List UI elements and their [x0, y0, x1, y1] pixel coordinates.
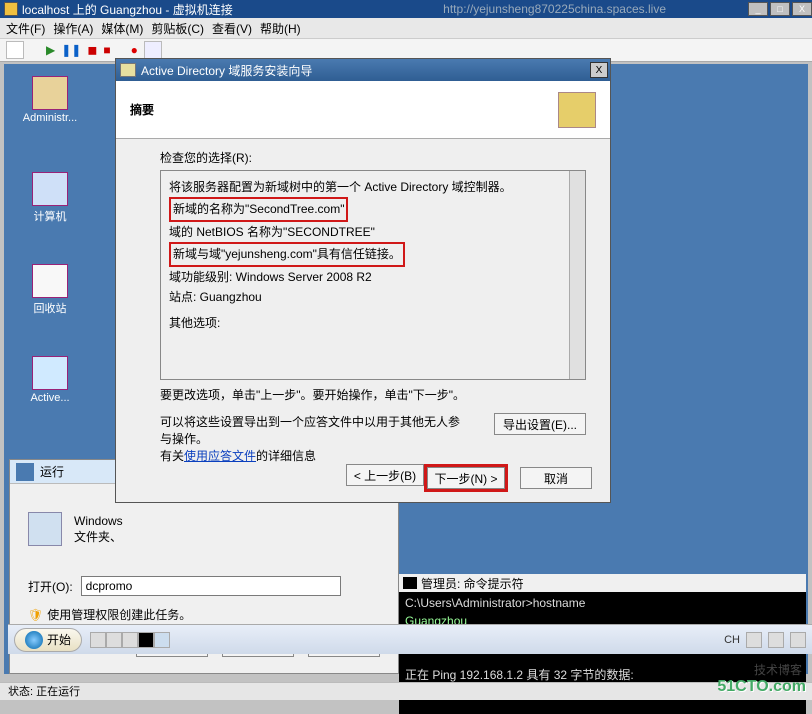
- summary-line-7: 其他选项:: [169, 313, 577, 333]
- run-title: 运行: [40, 463, 64, 480]
- quick-launch-3[interactable]: [122, 632, 138, 648]
- vm-status-bar: 状态: 正在运行: [0, 682, 812, 700]
- cmd-icon: [403, 577, 417, 589]
- vm-icon: [4, 2, 18, 16]
- menu-view[interactable]: 查看(V): [212, 20, 252, 37]
- pause-icon[interactable]: ❚❚: [61, 43, 81, 57]
- cmd-title-bar[interactable]: 管理员: 命令提示符: [399, 574, 806, 592]
- summary-line-5: 域功能级别: Windows Server 2008 R2: [169, 267, 577, 287]
- wizard-close-button[interactable]: X: [590, 62, 608, 78]
- desktop-icon-ad-recyclebin[interactable]: Active...: [20, 356, 80, 404]
- stop-icon[interactable]: ■: [103, 43, 110, 57]
- system-tray: CH: [724, 632, 806, 648]
- snapshot-icon[interactable]: ●: [131, 43, 138, 57]
- start-orb-icon: [25, 631, 43, 649]
- highlight-trust-link: 新域与域"yejunsheng.com"具有信任链接。: [169, 242, 405, 266]
- quick-launch-2[interactable]: [106, 632, 122, 648]
- run-big-icon: [28, 512, 62, 546]
- menu-media[interactable]: 媒体(M): [101, 20, 143, 37]
- desktop-icon-administrator[interactable]: Administr...: [20, 76, 80, 124]
- summary-line-6: 站点: Guangzhou: [169, 287, 577, 307]
- guest-taskbar: 开始 CH: [8, 624, 812, 654]
- menu-clipboard[interactable]: 剪贴板(C): [151, 20, 204, 37]
- admin-note: 使用管理权限创建此任务。: [47, 606, 191, 623]
- run-icon: [16, 463, 34, 481]
- highlight-domain-name: 新域的名称为"SecondTree.com": [169, 197, 348, 221]
- export-text-1: 可以将这些设置导出到一个应答文件中以用于其他无人参与操作。: [160, 415, 460, 446]
- wizard-header-text: 摘要: [130, 101, 154, 118]
- folder-icon: [32, 76, 68, 110]
- minimize-button[interactable]: _: [748, 2, 768, 16]
- quick-launch-1[interactable]: [90, 632, 106, 648]
- run-description: Windows文件夹、: [74, 514, 374, 545]
- menu-action[interactable]: 操作(A): [53, 20, 93, 37]
- ad-tool-icon: [32, 356, 68, 390]
- revert-icon[interactable]: [144, 41, 162, 59]
- summary-scrollbar[interactable]: [569, 171, 585, 379]
- ad-install-wizard: Active Directory 域服务安装向导 X 摘要 检查您的选择(R):…: [115, 58, 611, 503]
- tool-ctrl-alt-del-icon[interactable]: [6, 41, 24, 59]
- vm-title-text: localhost 上的 Guangzhou - 虚拟机连接: [22, 1, 233, 18]
- summary-line-3: 域的 NetBIOS 名称为"SECONDTREE": [169, 222, 577, 242]
- wizard-cancel-button[interactable]: 取消: [520, 467, 592, 489]
- tray-icon-2[interactable]: [768, 632, 784, 648]
- wizard-icon: [120, 63, 136, 77]
- task-run[interactable]: [154, 632, 170, 648]
- summary-line-1: 将该服务器配置为新域树中的第一个 Active Directory 域控制器。: [169, 177, 577, 197]
- menu-help[interactable]: 帮助(H): [260, 20, 301, 37]
- vm-title-bar: localhost 上的 Guangzhou - 虚拟机连接 http://ye…: [0, 0, 812, 18]
- cmd-title: 管理员: 命令提示符: [421, 575, 524, 592]
- desktop-icon-computer[interactable]: 计算机: [20, 172, 80, 224]
- run-input[interactable]: [81, 576, 341, 596]
- check-label: 检查您的选择(R):: [160, 149, 586, 166]
- vm-window-buttons: _ □ X: [746, 2, 812, 16]
- wizard-title-bar[interactable]: Active Directory 域服务安装向导 X: [116, 59, 610, 81]
- maximize-button[interactable]: □: [770, 2, 790, 16]
- play-icon[interactable]: ▶: [46, 43, 55, 57]
- tray-icon-3[interactable]: [790, 632, 806, 648]
- task-cmd[interactable]: [138, 632, 154, 648]
- computer-icon: [32, 172, 68, 206]
- watermark-big: 51CTO.com: [717, 678, 806, 696]
- start-button[interactable]: 开始: [14, 628, 82, 652]
- desktop-icon-recycle-bin[interactable]: 回收站: [20, 264, 80, 316]
- shield-icon: 🛡: [28, 608, 43, 622]
- menu-file[interactable]: 文件(F): [6, 20, 45, 37]
- save-state-icon[interactable]: ◼: [87, 43, 97, 57]
- watermark-small: 技术博客: [754, 661, 802, 678]
- book-icon: [558, 92, 596, 128]
- summary-box: 将该服务器配置为新域树中的第一个 Active Directory 域控制器。 …: [160, 170, 586, 380]
- wizard-back-button[interactable]: < 上一步(B): [346, 464, 424, 486]
- watermark-url: http://yejunsheng870225china.spaces.live: [443, 2, 666, 16]
- wizard-next-button[interactable]: 下一步(N) >: [427, 467, 505, 489]
- open-label: 打开(O):: [28, 578, 73, 595]
- recycle-bin-icon: [32, 264, 68, 298]
- tray-icon-1[interactable]: [746, 632, 762, 648]
- vm-menu-bar: 文件(F) 操作(A) 媒体(M) 剪贴板(C) 查看(V) 帮助(H): [0, 18, 812, 38]
- export-settings-button[interactable]: 导出设置(E)...: [494, 413, 586, 435]
- wizard-hint: 要更改选项，单击"上一步"。要开始操作，单击"下一步"。: [160, 386, 586, 403]
- close-button[interactable]: X: [792, 2, 812, 16]
- answer-file-link[interactable]: 使用应答文件: [184, 449, 256, 463]
- wizard-header: 摘要: [116, 81, 610, 139]
- wizard-title: Active Directory 域服务安装向导: [141, 62, 312, 79]
- lang-indicator[interactable]: CH: [724, 634, 740, 646]
